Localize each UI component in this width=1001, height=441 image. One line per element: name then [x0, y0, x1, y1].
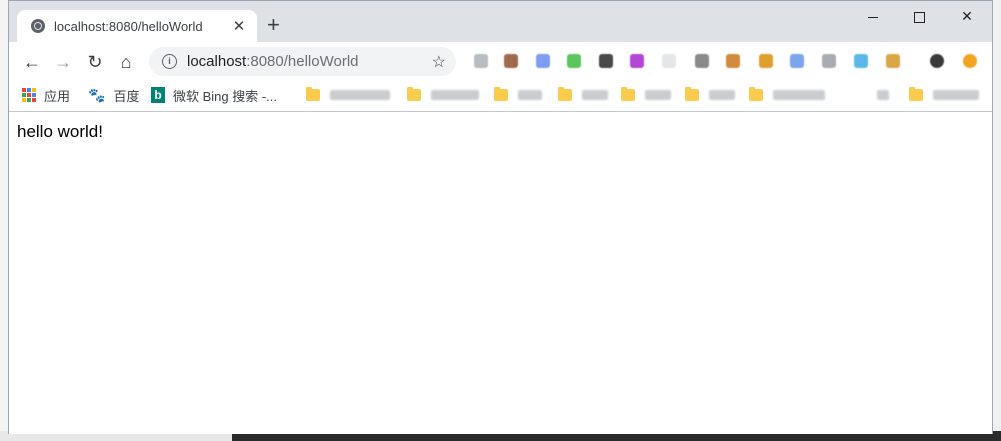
redacted-text: [330, 90, 390, 100]
tab-close-icon[interactable]: ✕: [229, 17, 249, 35]
bookmark-folder[interactable]: [621, 86, 671, 104]
folder-icon: [407, 87, 421, 101]
background-right-strip: [993, 0, 1001, 441]
home-button[interactable]: ⌂: [115, 51, 137, 73]
url-host: localhost: [187, 53, 247, 70]
bookmark-folder[interactable]: [909, 86, 979, 104]
extension-icon[interactable]: [504, 54, 518, 68]
bookmark-folder[interactable]: [407, 86, 479, 104]
minimize-icon: [868, 16, 878, 18]
extension-icon[interactable]: [930, 54, 944, 68]
tab-title: localhost:8080/helloWorld: [54, 18, 203, 34]
bookmark-bing[interactable]: b 微软 Bing 搜索 -...: [151, 86, 277, 104]
extension-icon[interactable]: [759, 54, 773, 68]
toolbar: ← → ↻ ⌂ i localhost:8080/helloWorld ☆: [9, 42, 992, 80]
background-ide-strip: [0, 0, 8, 441]
redacted-text: [933, 90, 979, 100]
extension-icon[interactable]: [536, 54, 550, 68]
folder-icon: [306, 87, 320, 101]
close-window-button[interactable]: ✕: [944, 1, 990, 31]
hello-message: hello world!: [17, 122, 103, 141]
extension-icon[interactable]: [662, 54, 676, 68]
new-tab-button[interactable]: +: [267, 13, 280, 37]
redacted-text: [582, 90, 608, 100]
globe-icon: [31, 19, 45, 33]
bing-icon: b: [151, 87, 165, 103]
redacted-text: [431, 90, 479, 100]
title-bar: localhost:8080/helloWorld ✕ + ✕: [9, 1, 992, 42]
folder-icon: [749, 87, 763, 101]
bookmark-star-icon[interactable]: ☆: [432, 52, 446, 72]
bookmark-item[interactable]: [877, 86, 889, 104]
address-bar[interactable]: i localhost:8080/helloWorld ☆: [149, 47, 456, 76]
url-text[interactable]: localhost:8080/helloWorld: [187, 53, 432, 70]
bookmark-folder[interactable]: [749, 86, 825, 104]
bookmark-folder[interactable]: [494, 86, 542, 104]
redacted-text: [645, 90, 671, 100]
bookmark-label: 百度: [113, 88, 140, 104]
bookmark-label: 应用: [44, 88, 71, 104]
bookmark-baidu[interactable]: 🐾 百度: [88, 86, 139, 104]
active-tab[interactable]: localhost:8080/helloWorld ✕: [17, 10, 257, 42]
bookmark-folder[interactable]: [685, 86, 735, 104]
extension-icon[interactable]: [790, 54, 804, 68]
baidu-paw-icon: 🐾: [88, 86, 106, 103]
extension-icon[interactable]: [963, 54, 977, 68]
url-path: :8080/helloWorld: [246, 53, 359, 70]
folder-icon: [494, 87, 508, 101]
browser-window: localhost:8080/helloWorld ✕ + ✕ ← → ↻ ⌂ …: [8, 0, 993, 434]
redacted-text: [877, 90, 889, 100]
extension-icon[interactable]: [886, 54, 900, 68]
reload-button[interactable]: ↻: [84, 51, 106, 73]
back-button[interactable]: ←: [21, 51, 43, 73]
apps-grid-icon: [22, 88, 36, 102]
bookmarks-bar: 应用 🐾 百度 b 微软 Bing 搜索 -...: [9, 80, 992, 112]
folder-icon: [685, 87, 699, 101]
extension-icon[interactable]: [726, 54, 740, 68]
extension-icon[interactable]: [474, 54, 488, 68]
redacted-text: [518, 90, 542, 100]
folder-icon: [558, 87, 572, 101]
bookmark-label: 微软 Bing 搜索 -...: [173, 88, 278, 104]
page-content: hello world!: [9, 112, 992, 434]
minimize-button[interactable]: [850, 1, 896, 31]
redacted-text: [709, 90, 735, 100]
extension-icon[interactable]: [854, 54, 868, 68]
maximize-icon: [913, 11, 925, 23]
bookmark-apps[interactable]: 应用: [22, 86, 70, 104]
folder-icon: [909, 87, 923, 101]
folder-icon: [621, 87, 635, 101]
forward-button[interactable]: →: [52, 51, 74, 73]
extension-icon[interactable]: [822, 54, 836, 68]
extension-icon[interactable]: [567, 54, 581, 68]
redacted-text: [773, 90, 825, 100]
extension-icon[interactable]: [599, 54, 613, 68]
maximize-button[interactable]: [896, 1, 942, 31]
extension-icon[interactable]: [630, 54, 644, 68]
extension-icon[interactable]: [695, 54, 709, 68]
bookmark-folder[interactable]: [558, 86, 608, 104]
site-info-icon[interactable]: i: [162, 54, 177, 69]
bookmark-folder[interactable]: [306, 86, 390, 104]
